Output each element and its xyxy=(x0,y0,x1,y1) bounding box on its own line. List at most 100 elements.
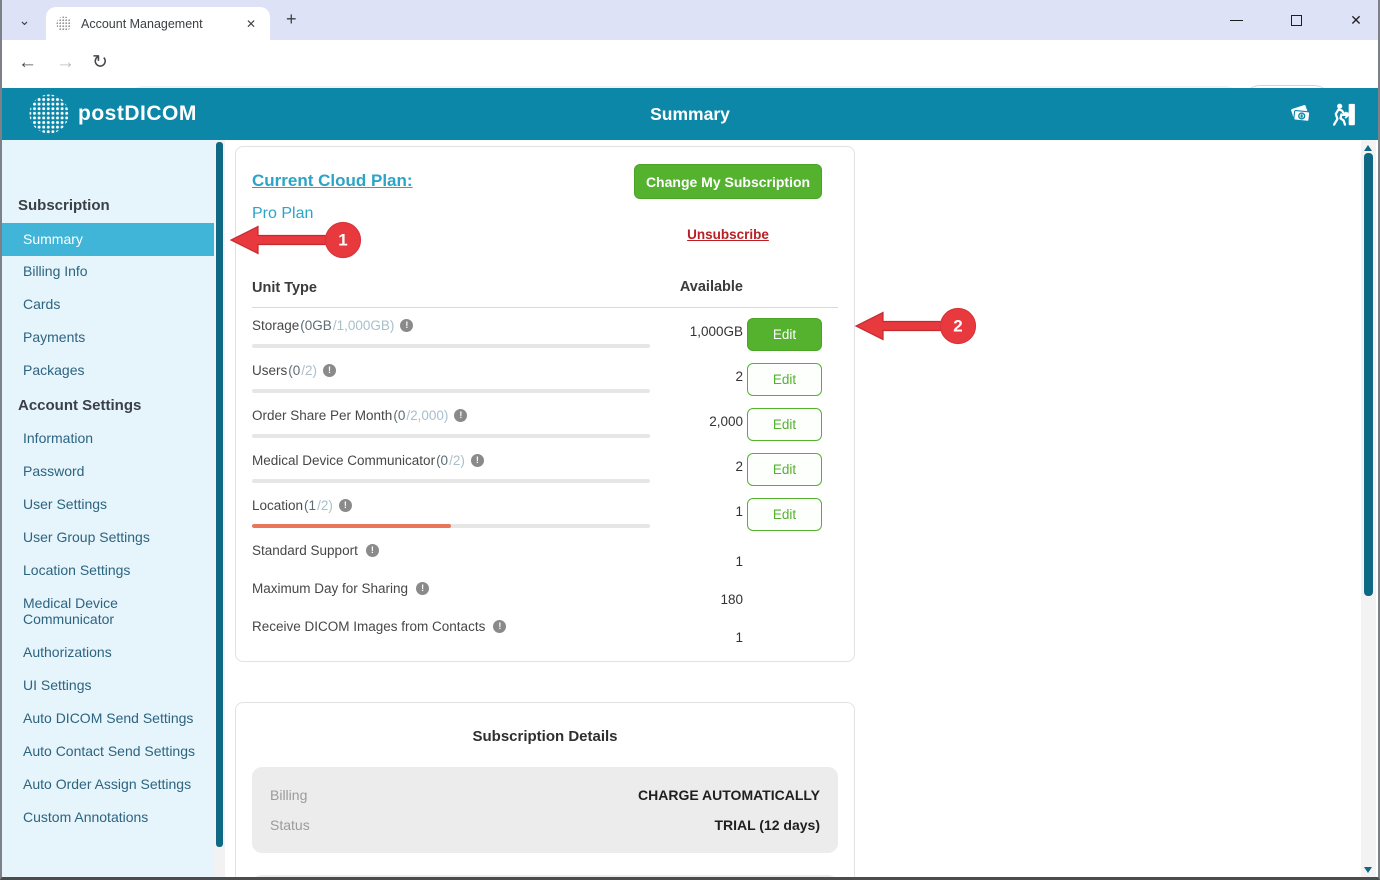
available-header: Available xyxy=(680,279,743,295)
edit-button[interactable]: Edit xyxy=(747,453,822,486)
usage-progress-bar xyxy=(252,434,650,438)
plan-name: Pro Plan xyxy=(252,205,838,223)
page-scrollbar xyxy=(1361,140,1376,878)
unit-row: Maximum Day for Sharing ! 180 xyxy=(252,579,838,617)
unit-current-value: (0 xyxy=(436,453,448,468)
available-value: 180 xyxy=(720,592,743,607)
usage-progress-bar xyxy=(252,524,650,528)
sidebar-item-user-settings[interactable]: User Settings xyxy=(2,489,214,522)
unit-label: Standard Support xyxy=(252,543,358,558)
details-box: Billing CHARGE AUTOMATICALLY Status TRIA… xyxy=(252,767,838,853)
unit-row: Location(1/2) ! 1 Edit xyxy=(252,496,838,541)
unit-current-value: (0 xyxy=(393,408,405,423)
unit-max-value: /1,000GB) xyxy=(333,318,395,333)
unit-max-value: /2) xyxy=(449,453,465,468)
usage-progress-bar xyxy=(252,479,650,483)
details-box-2 xyxy=(252,875,838,880)
unit-row: Standard Support ! 1 xyxy=(252,541,838,579)
window-close-button[interactable]: ✕ xyxy=(1342,6,1370,34)
sidebar-item-auto-contact-send-settings[interactable]: Auto Contact Send Settings xyxy=(2,735,214,768)
logout-icon[interactable] xyxy=(1329,101,1356,133)
info-icon[interactable]: ! xyxy=(366,544,379,557)
postdicom-favicon-icon xyxy=(56,16,72,32)
sidebar-item-packages[interactable]: Packages xyxy=(2,355,214,388)
change-subscription-button[interactable]: Change My Subscription xyxy=(634,164,822,199)
unit-row: Receive DICOM Images from Contacts ! 1 xyxy=(252,617,838,655)
edit-button[interactable]: Edit xyxy=(747,498,822,531)
sidebar-section-header: Account Settings xyxy=(2,388,214,423)
scroll-down-arrow-icon[interactable] xyxy=(1364,867,1372,873)
available-value: 2 xyxy=(735,369,743,384)
unit-rows: Storage(0GB/1,000GB) ! 1,000GB Edit User… xyxy=(252,316,838,655)
sidebar-item-password[interactable]: Password xyxy=(2,456,214,489)
available-value: 1 xyxy=(735,504,743,519)
brand-logo[interactable]: postDICOM xyxy=(28,93,197,135)
detail-row: Billing CHARGE AUTOMATICALLY xyxy=(270,780,820,810)
new-tab-button[interactable]: + xyxy=(286,9,297,30)
unit-row: Storage(0GB/1,000GB) ! 1,000GB Edit xyxy=(252,316,838,361)
forward-button[interactable]: → xyxy=(56,52,75,74)
sidebar-item-location-settings[interactable]: Location Settings xyxy=(2,555,214,588)
sidebar-item-custom-annotations[interactable]: Custom Annotations xyxy=(2,801,214,834)
sidebar-item-auto-dicom-send-settings[interactable]: Auto DICOM Send Settings xyxy=(2,702,214,735)
detail-value: TRIAL (12 days) xyxy=(714,810,820,840)
main-content: Current Cloud Plan: Pro Plan Change My S… xyxy=(225,140,1353,880)
sidebar-section-header: Subscription xyxy=(2,188,214,223)
sidebar-item-payments[interactable]: Payments xyxy=(2,322,214,355)
sidebar-item-ui-settings[interactable]: UI Settings xyxy=(2,669,214,702)
sidebar-item-user-group-settings[interactable]: User Group Settings xyxy=(2,522,214,555)
unit-label: Storage xyxy=(252,318,299,333)
available-value: 2 xyxy=(735,459,743,474)
postdicom-globe-icon xyxy=(28,93,70,135)
unit-label: Location xyxy=(252,498,303,513)
edit-button[interactable]: Edit xyxy=(747,363,822,396)
sidebar-item-authorizations[interactable]: Authorizations xyxy=(2,636,214,669)
tab-strip: ⌄ Account Management ✕ + ✕ xyxy=(2,0,1378,40)
edit-button[interactable]: Edit xyxy=(747,408,822,441)
usage-progress-fill xyxy=(252,524,451,528)
info-icon[interactable]: ! xyxy=(400,319,413,332)
scroll-up-arrow-icon[interactable] xyxy=(1364,145,1372,151)
unit-label: Medical Device Communicator xyxy=(252,453,435,468)
info-icon[interactable]: ! xyxy=(493,620,506,633)
page-scrollbar-thumb[interactable] xyxy=(1364,153,1373,596)
sidebar-item-summary[interactable]: Summary xyxy=(2,223,214,256)
payments-icon[interactable] xyxy=(1288,101,1315,133)
info-icon[interactable]: ! xyxy=(416,582,429,595)
sidebar-item-information[interactable]: Information xyxy=(2,423,214,456)
window-maximize-button[interactable] xyxy=(1282,6,1310,34)
tab-search-button[interactable]: ⌄ xyxy=(12,8,37,33)
tab-close-icon[interactable]: ✕ xyxy=(242,15,260,33)
sidebar-scrollbar-thumb[interactable] xyxy=(216,142,223,847)
unit-row: Users(0/2) ! 2 Edit xyxy=(252,361,838,406)
info-icon[interactable]: ! xyxy=(454,409,467,422)
info-icon[interactable]: ! xyxy=(339,499,352,512)
available-value: 1 xyxy=(735,630,743,645)
sidebar-item-auto-order-assign-settings[interactable]: Auto Order Assign Settings xyxy=(2,768,214,801)
detail-row: Status TRIAL (12 days) xyxy=(270,810,820,840)
sidebar-item-medical-device-communicator[interactable]: Medical Device Communicator xyxy=(2,588,214,637)
unit-max-value: /2,000) xyxy=(406,408,448,423)
info-icon[interactable]: ! xyxy=(323,364,336,377)
unit-current-value: (1 xyxy=(304,498,316,513)
unit-label: Users xyxy=(252,363,287,378)
edit-button[interactable]: Edit xyxy=(747,318,822,351)
unit-type-header: Unit Type xyxy=(252,280,317,296)
reload-button[interactable]: ↻ xyxy=(92,52,108,74)
plan-card: Current Cloud Plan: Pro Plan Change My S… xyxy=(235,146,855,662)
available-value: 1 xyxy=(735,554,743,569)
back-button[interactable]: ← xyxy=(18,52,37,74)
browser-tab[interactable]: Account Management ✕ xyxy=(46,7,270,40)
sidebar-item-cards[interactable]: Cards xyxy=(2,289,214,322)
tab-title: Account Management xyxy=(81,17,242,31)
info-icon[interactable]: ! xyxy=(471,454,484,467)
sidebar-item-billing-info[interactable]: Billing Info xyxy=(2,256,214,289)
current-plan-heading[interactable]: Current Cloud Plan: xyxy=(252,171,413,191)
page-title: Summary xyxy=(2,88,1378,140)
unsubscribe-link[interactable]: Unsubscribe xyxy=(687,227,769,242)
app-header: Summary postDICOM xyxy=(2,88,1378,140)
unit-max-value: /2) xyxy=(317,498,333,513)
sidebar: Subscription Summary Billing Info Cards … xyxy=(2,140,214,880)
detail-label: Billing xyxy=(270,787,307,803)
window-minimize-button[interactable] xyxy=(1222,6,1250,34)
